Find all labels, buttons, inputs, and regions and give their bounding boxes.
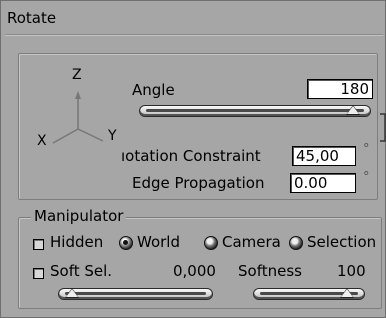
soft-sel-slider-thumb[interactable] [66,289,78,297]
soft-sel-label: Soft Sel. [50,262,113,280]
soft-sel-slider-track [65,292,206,295]
soft-sel-checkbox[interactable] [33,268,44,279]
edge-propagation-field[interactable] [290,173,356,193]
softness-slider-thumb[interactable] [341,289,353,297]
softness-label: Softness [238,262,302,280]
world-label: World [137,233,180,251]
soft-sel-slider[interactable] [58,288,213,300]
selection-radio[interactable] [289,236,303,250]
world-radio[interactable] [119,236,133,250]
soft-sel-value: 0,000 [173,262,216,280]
camera-label: Camera [222,233,281,251]
rotation-constraint-field[interactable] [292,146,356,166]
resize-bracket-icon [380,113,386,142]
manipulator-legend: Manipulator [31,207,127,225]
rotation-constraint-unit: ° [363,142,370,157]
angle-label: Angle [132,81,175,99]
edge-propagation-unit: ° [363,170,370,185]
edge-propagation-label: Edge Propagation [132,174,265,192]
hidden-checkbox[interactable] [33,239,44,250]
axes-gizmo-icon [52,91,104,144]
angle-slider-thumb[interactable] [347,106,359,114]
angle-slider[interactable] [139,105,371,117]
angle-slider-track [146,109,364,112]
hidden-label: Hidden [50,233,104,251]
selection-label: Selection [307,233,377,251]
rotate-panel: Rotate Z X Y Angle ıotation Constraint °… [0,0,386,318]
title-divider [5,34,383,36]
angle-field[interactable] [307,79,373,99]
rotation-constraint-label: ıotation Constraint [121,147,261,165]
panel-title: Rotate [7,9,57,27]
camera-radio[interactable] [204,236,218,250]
softness-slider[interactable] [253,288,365,300]
softness-value: 100 [337,262,366,280]
